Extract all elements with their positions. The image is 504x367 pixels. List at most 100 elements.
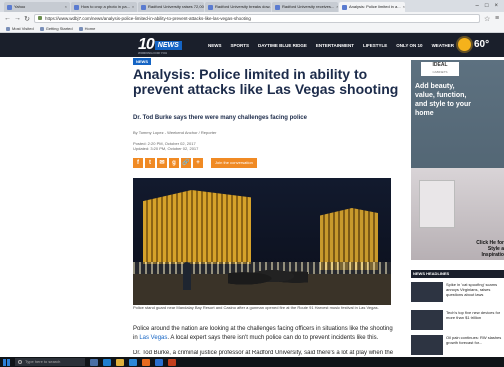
favicon-icon [275,4,280,10]
store-icon[interactable] [129,358,137,366]
task-view-icon[interactable] [90,358,98,366]
logo-tagline: WORKING FOR YOU [138,51,168,55]
nav-item-entertainment[interactable]: ENTERTAINMENT [316,43,354,48]
window-controls: – □ × [476,0,504,12]
weather-widget[interactable]: 60° [458,38,489,51]
browser-tab-active[interactable]: Analysis: Police limited in a... × [339,2,405,12]
logo-word: NEWS [154,40,182,50]
sun-icon [458,38,471,51]
bookmarks-bar: Most Visited Getting Started Home [0,25,504,33]
ad-brand-logo: IDEAL CABINETS [421,62,459,76]
search-icon [18,360,22,364]
news-headlines-label: NEWS HEADLINES [411,270,504,278]
ad-copy: Add beauty, value, function, and style t… [415,83,472,117]
headline-item[interactable]: Tech's top five new devices for more tha… [411,310,504,332]
ad-cabinet-image [419,180,455,228]
edge-icon[interactable] [103,358,111,366]
facebook-share-icon[interactable]: f [133,158,143,168]
photo-caption: Police stand guard near Mandalay Bay Res… [133,305,379,310]
headline-text: Spike in 'cat spoofing' scams annoys Vir… [446,282,498,297]
join-conversation-button[interactable]: Join the conversation [211,158,257,168]
headline-thumbnail [411,310,443,330]
bookmark-item[interactable]: Getting Started [39,26,73,31]
lock-icon [38,16,42,20]
favicon-icon [74,4,79,10]
nav-item-only-on-10[interactable]: ONLY ON 10 [396,43,422,48]
favicon-icon [208,4,213,10]
menu-icon[interactable]: ≡ [494,15,500,22]
minimize-icon[interactable]: – [476,3,479,9]
section-label[interactable]: NEWS [133,58,151,65]
file-explorer-icon[interactable] [116,358,124,366]
browser-tab[interactable]: Radford University receives... × [272,2,338,12]
headline-item[interactable]: Oil pain continues: RW slashes growth fo… [411,335,504,357]
article-paragraph: Police around the nation are looking at … [133,326,393,341]
headline-thumbnail [411,282,443,302]
close-tab-icon[interactable]: × [132,2,134,12]
close-tab-icon[interactable]: × [65,2,67,12]
nav-item-daytime-blue-ridge[interactable]: DAYTIME BLUE RIDGE [258,43,307,48]
browser-tab[interactable]: Radford University raises 72,000...× [138,2,204,12]
bookmark-item[interactable]: Home [78,26,95,31]
crowd-figures [228,264,308,288]
mandalay-bay-tower [143,190,251,264]
firefox-icon[interactable] [142,358,150,366]
url-input[interactable]: https://www.wdbj7.com/news/analysis-poli… [34,14,480,23]
browser-tab-strip: Yahoo × How to crop a photo in pa... × Rad… [0,0,504,12]
headline-text: Tech's top five new devices for more tha… [446,310,501,320]
reload-icon[interactable]: ↻ [24,15,30,23]
updated-time: Updated: 3:20 PM, October 02, 2017 [133,146,199,151]
browser-tab[interactable]: How to crop a photo in pa... × [71,2,137,12]
officer-figure [183,262,191,290]
article-headline: Analysis: Police limited in ability to p… [133,66,399,97]
address-bar: ← → ↻ https://www.wdbj7.com/news/analysi… [0,12,504,25]
nav-item-sports[interactable]: SPORTS [231,43,250,48]
share-bar: f t ✉ g 🔗 + Join the conversation [133,158,257,168]
nav-item-lifestyle[interactable]: LIFESTYLE [363,43,387,48]
taskbar-search-input[interactable]: Type here to search [15,358,85,366]
close-window-icon[interactable]: × [494,3,498,9]
browser-tab[interactable]: Radford University breaks dow...× [205,2,271,12]
powerpoint-icon[interactable] [168,358,176,366]
headline-text: Oil pain continues: RW slashes growth fo… [446,335,502,345]
close-tab-icon[interactable]: × [336,2,338,12]
article-byline: By Tommy Lopez - Weekend Anchor / Report… [133,130,217,135]
main-nav: NEWS SPORTS DAYTIME BLUE RIDGE ENTERTAIN… [208,33,454,57]
site-header: 10 NEWS WORKING FOR YOU NEWS SPORTS DAYT… [0,33,504,57]
more-share-icon[interactable]: + [193,158,203,168]
ad-cta[interactable]: Click He for Style a Inspiratio [473,240,504,258]
hotel-tower [320,208,378,270]
headline-thumbnail [411,335,443,355]
headline-item[interactable]: Spike in 'cat spoofing' scams annoys Vir… [411,282,504,304]
forward-icon[interactable]: → [14,15,21,22]
nav-item-news[interactable]: NEWS [208,43,222,48]
sidebar-ad[interactable]: IDEAL CABINETS Add beauty, value, functio… [411,60,504,260]
article-paragraph: Dr. Tod Burke, a criminal justice profes… [133,350,393,356]
maximize-icon[interactable]: □ [485,3,489,9]
bookmark-icon [6,26,10,31]
browser-tab[interactable]: Yahoo × [4,2,70,12]
link-share-icon[interactable]: 🔗 [181,158,191,168]
las-vegas-link[interactable]: Las Vegas [139,335,167,341]
favicon-icon [7,4,12,10]
bookmark-icon [39,26,44,31]
article-dek: Dr. Tod Burke says there were many chall… [133,115,307,121]
close-tab-icon[interactable]: × [403,2,405,12]
temperature: 60° [474,39,490,50]
article-photo[interactable] [133,178,391,305]
back-icon[interactable]: ← [4,15,11,22]
site-logo[interactable]: 10 NEWS WORKING FOR YOU [138,36,182,55]
windows-taskbar: Type here to search [0,357,504,367]
google-share-icon[interactable]: g [169,158,179,168]
bookmark-icon [78,26,83,31]
twitter-share-icon[interactable]: t [145,158,155,168]
bookmark-star-icon[interactable]: ☆ [484,15,490,23]
favicon-icon [342,4,347,10]
word-icon[interactable] [155,358,163,366]
screen: Yahoo × How to crop a photo in pa... × Rad… [0,0,504,367]
windows-start-icon[interactable] [3,358,10,366]
email-share-icon[interactable]: ✉ [157,158,167,168]
bookmark-item[interactable]: Most Visited [6,26,34,31]
nav-item-weather[interactable]: WEATHER [432,43,454,48]
article-timestamps: Posted: 2:20 PM, October 02, 2017 Update… [133,141,198,151]
